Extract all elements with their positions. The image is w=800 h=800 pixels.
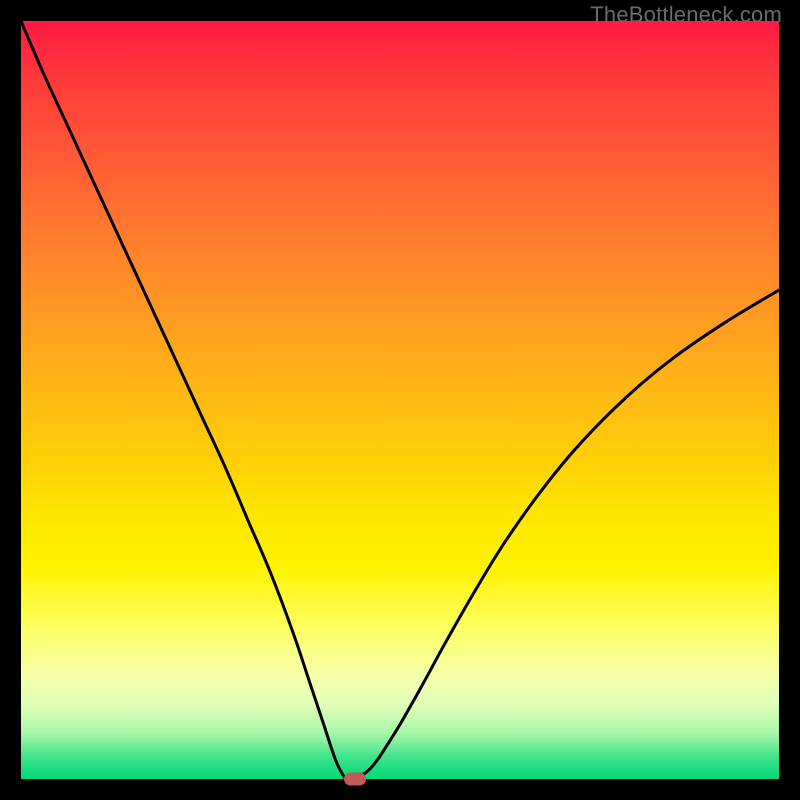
optimum-marker — [344, 773, 366, 786]
curve-layer — [21, 21, 779, 779]
watermark-text: TheBottleneck.com — [590, 2, 782, 28]
chart-frame: TheBottleneck.com — [0, 0, 800, 800]
bottleneck-curve — [21, 21, 779, 779]
